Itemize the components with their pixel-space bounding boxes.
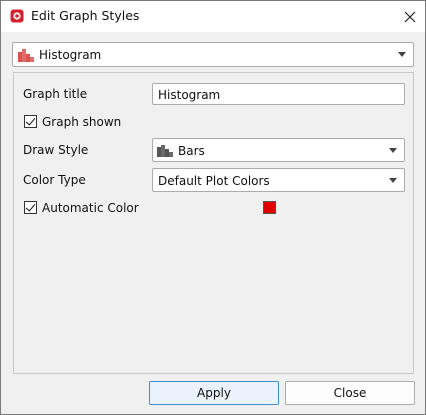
color-type-label: Color Type [23,173,86,187]
close-icon[interactable] [399,6,421,28]
graph-title-input[interactable]: Histogram [152,83,405,105]
graph-title-label: Graph title [23,87,88,101]
graph-selector-value: Histogram [39,48,102,62]
graph-shown-checkbox[interactable] [24,115,37,128]
automatic-color-checkbox[interactable] [24,201,37,214]
chevron-down-icon [389,148,397,153]
checkmark-icon [25,115,36,126]
apply-button[interactable]: Apply [149,381,279,405]
app-icon [10,9,24,23]
chevron-down-icon [389,178,397,183]
color-type-dropdown[interactable]: Default Plot Colors [152,168,405,192]
edit-graph-styles-dialog: Edit Graph Styles Histogram Graph title … [0,0,426,415]
close-button[interactable]: Close [285,381,415,405]
color-swatch[interactable] [263,201,276,214]
graph-selector-dropdown[interactable]: Histogram [12,42,414,67]
checkmark-icon [25,201,36,212]
style-panel: Graph title Histogram Graph shown Draw S… [13,72,414,374]
draw-style-dropdown[interactable]: Bars [152,138,405,162]
draw-style-label: Draw Style [23,143,89,157]
color-type-value: Default Plot Colors [158,174,270,188]
chevron-down-icon [398,52,406,57]
draw-style-value: Bars [178,144,205,158]
graph-title-input-value: Histogram [158,88,221,102]
window-title: Edit Graph Styles [31,8,140,23]
bars-icon [157,145,173,157]
graph-shown-label: Graph shown [42,115,122,129]
histogram-icon [18,49,34,62]
title-bar: Edit Graph Styles [1,1,425,32]
automatic-color-label: Automatic Color [42,201,139,215]
